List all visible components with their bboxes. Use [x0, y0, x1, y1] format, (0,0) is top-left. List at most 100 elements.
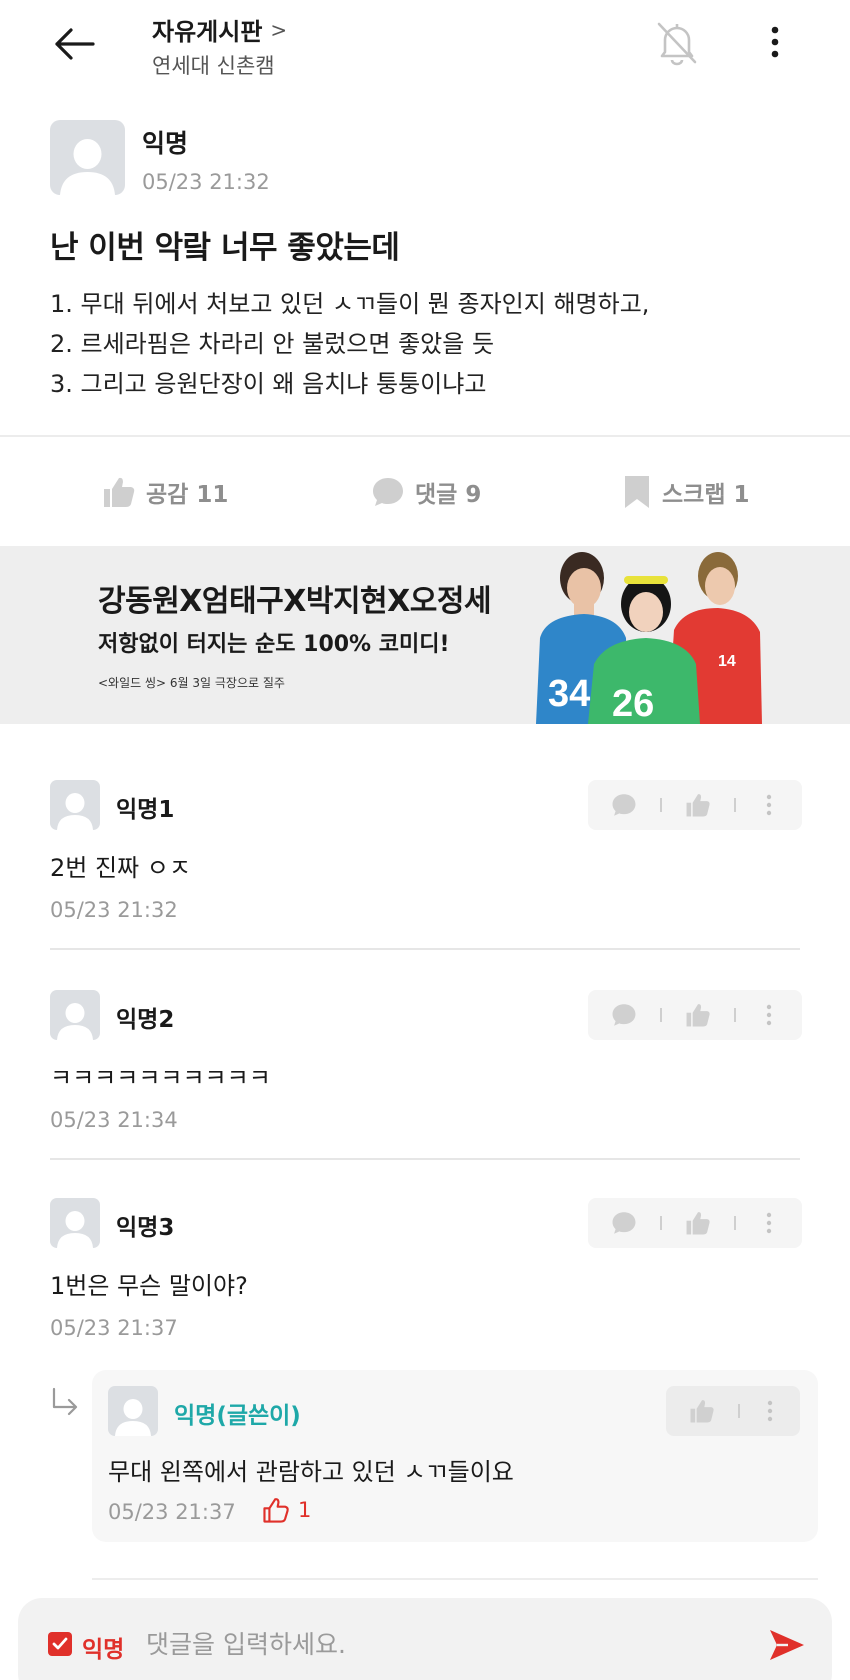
- more-options-button[interactable]: [760, 22, 790, 62]
- post-divider: [0, 435, 850, 437]
- comment-input-bar: 익명: [18, 1598, 832, 1680]
- thumbs-up-icon: [686, 1212, 710, 1235]
- app-header: 자유게시판 > 연세대 신촌캠: [0, 0, 850, 96]
- jersey-number-26: 26: [612, 683, 654, 724]
- post-body-line: 2. 르세라핌은 차라리 안 불렀으면 좋았을 듯: [50, 330, 495, 358]
- comment-more-button[interactable]: [736, 780, 802, 830]
- comment-author: 익명1: [116, 797, 175, 823]
- ad-cast-photo: 34 14 26: [536, 552, 762, 724]
- jersey-number-14: 14: [718, 653, 736, 670]
- comment-more-button[interactable]: [736, 1198, 802, 1248]
- comment-timestamp: 05/23 21:34: [50, 1108, 178, 1132]
- default-avatar-icon: [60, 139, 115, 195]
- reply-likes-value: 1: [298, 1498, 312, 1522]
- like-count-label: 공감 11: [146, 482, 229, 508]
- comment-avatar: [50, 990, 100, 1040]
- comment-button[interactable]: 댓글 9: [371, 470, 850, 514]
- post-timestamp: 05/23 21:32: [142, 170, 270, 194]
- comment-divider: [92, 1578, 818, 1580]
- reply-item: 익명(글쓴이) 무대 왼쪽에서 관람하고 있던 ㅅㄲ들이요 05/23 21:3…: [92, 1370, 818, 1542]
- comment-timestamp: 05/23 21:32: [50, 898, 178, 922]
- more-vertical-icon: [767, 1400, 773, 1422]
- reply-text: 무대 왼쪽에서 관람하고 있던 ㅅㄲ들이요: [108, 1458, 514, 1486]
- speech-bubble-icon: [612, 1004, 636, 1026]
- post-body: 1. 무대 뒤에서 처보고 있던 ㅅㄲ들이 뭔 종자인지 해명하고, 2. 르세…: [50, 284, 820, 404]
- comment-timestamp: 05/23 21:37: [50, 1316, 178, 1340]
- bookmark-icon: [625, 476, 649, 508]
- send-button[interactable]: [764, 1622, 810, 1668]
- comment-toolbar: [588, 1198, 802, 1248]
- comment-like-button[interactable]: [662, 990, 734, 1040]
- bell-off-icon: [657, 22, 697, 66]
- more-vertical-icon: [766, 794, 772, 816]
- more-vertical-icon: [771, 26, 779, 58]
- speech-bubble-icon: [373, 478, 403, 506]
- scrap-count-label: 스크랩 1: [662, 482, 750, 508]
- ad-banner[interactable]: 강동원X엄태구X박지현X오정세 저항없이 터지는 순도 100% 코미디! <와…: [0, 546, 850, 724]
- comment-input[interactable]: [146, 1622, 746, 1666]
- back-button[interactable]: [50, 22, 98, 66]
- reply-author: 익명(글쓴이): [174, 1403, 301, 1429]
- arrow-left-icon: [55, 28, 95, 60]
- comment-text: ㅋㅋㅋㅋㅋㅋㅋㅋㅋㅋ: [50, 1064, 271, 1092]
- post-body-line: 1. 무대 뒤에서 처보고 있던 ㅅㄲ들이 뭔 종자인지 해명하고,: [50, 290, 650, 318]
- comment-toolbar: [588, 990, 802, 1040]
- board-title: 자유게시판: [152, 18, 263, 46]
- scrap-button[interactable]: 스크랩 1: [622, 470, 750, 514]
- comment-divider: [50, 1158, 800, 1160]
- default-avatar-icon: [115, 1399, 151, 1436]
- comment-author: 익명3: [116, 1215, 175, 1241]
- post-actions-bar: 공감 11 댓글 9 스크랩 1: [0, 470, 850, 514]
- board-subtitle: 연세대 신촌캠: [152, 54, 275, 78]
- reply-more-button[interactable]: [740, 1386, 800, 1436]
- more-vertical-icon: [766, 1212, 772, 1234]
- reply-button[interactable]: [588, 1198, 660, 1248]
- board-title-link[interactable]: 자유게시판 >: [152, 12, 287, 47]
- reply-arrow-icon: [52, 1387, 78, 1416]
- reply-avatar: [108, 1386, 158, 1436]
- default-avatar-icon: [57, 1211, 93, 1248]
- jersey-number-34: 34: [548, 673, 590, 715]
- reply-like-count: 1: [262, 1496, 311, 1524]
- comment-text: 1번은 무슨 말이야?: [50, 1272, 248, 1300]
- post-body-line: 3. 그리고 응원단장이 왜 음치냐 퉁퉁이냐고: [50, 370, 487, 398]
- notification-toggle-button[interactable]: [652, 18, 702, 68]
- reply-like-button[interactable]: [666, 1386, 738, 1436]
- default-avatar-icon: [57, 1003, 93, 1040]
- comment-count-label: 댓글 9: [415, 482, 482, 508]
- thumbs-up-icon: [690, 1400, 714, 1423]
- post-title: 난 이번 악랔 너무 좋았는데: [50, 230, 400, 266]
- send-icon: [770, 1630, 804, 1660]
- thumbs-up-icon: [686, 794, 710, 817]
- default-avatar-icon: [57, 793, 93, 830]
- post-author-avatar: [50, 120, 125, 195]
- post-author: 익명: [142, 129, 189, 158]
- chevron-right-icon: >: [270, 17, 288, 42]
- thumbs-up-outline-icon: [263, 1498, 289, 1523]
- speech-bubble-icon: [612, 1212, 636, 1234]
- comment-divider: [50, 948, 800, 950]
- thumbs-up-icon: [686, 1004, 710, 1027]
- ad-headline: 강동원X엄태구X박지현X오정세: [98, 584, 492, 619]
- anonymous-label[interactable]: 익명: [82, 1630, 124, 1664]
- reply-button[interactable]: [588, 780, 660, 830]
- comment-text: 2번 진짜 ㅇㅈ: [50, 854, 191, 882]
- comment-toolbar: [588, 780, 802, 830]
- speech-bubble-icon: [612, 794, 636, 816]
- more-vertical-icon: [766, 1004, 772, 1026]
- reply-button[interactable]: [588, 990, 660, 1040]
- reply-timestamp: 05/23 21:37: [108, 1500, 236, 1524]
- ad-subline: 저항없이 터지는 순도 100% 코미디!: [98, 632, 450, 657]
- like-button[interactable]: 공감 11: [102, 470, 228, 514]
- thumbs-up-icon: [104, 477, 135, 507]
- ad-note: <와일드 씽> 6월 3일 극장으로 질주: [98, 676, 285, 690]
- comment-like-button[interactable]: [662, 780, 734, 830]
- comment-author: 익명2: [116, 1007, 175, 1033]
- comment-like-button[interactable]: [662, 1198, 734, 1248]
- checkmark-icon: [52, 1637, 68, 1650]
- anonymous-checkbox[interactable]: [48, 1632, 72, 1656]
- comment-avatar: [50, 780, 100, 830]
- reply-toolbar: [666, 1386, 800, 1436]
- comment-more-button[interactable]: [736, 990, 802, 1040]
- comment-avatar: [50, 1198, 100, 1248]
